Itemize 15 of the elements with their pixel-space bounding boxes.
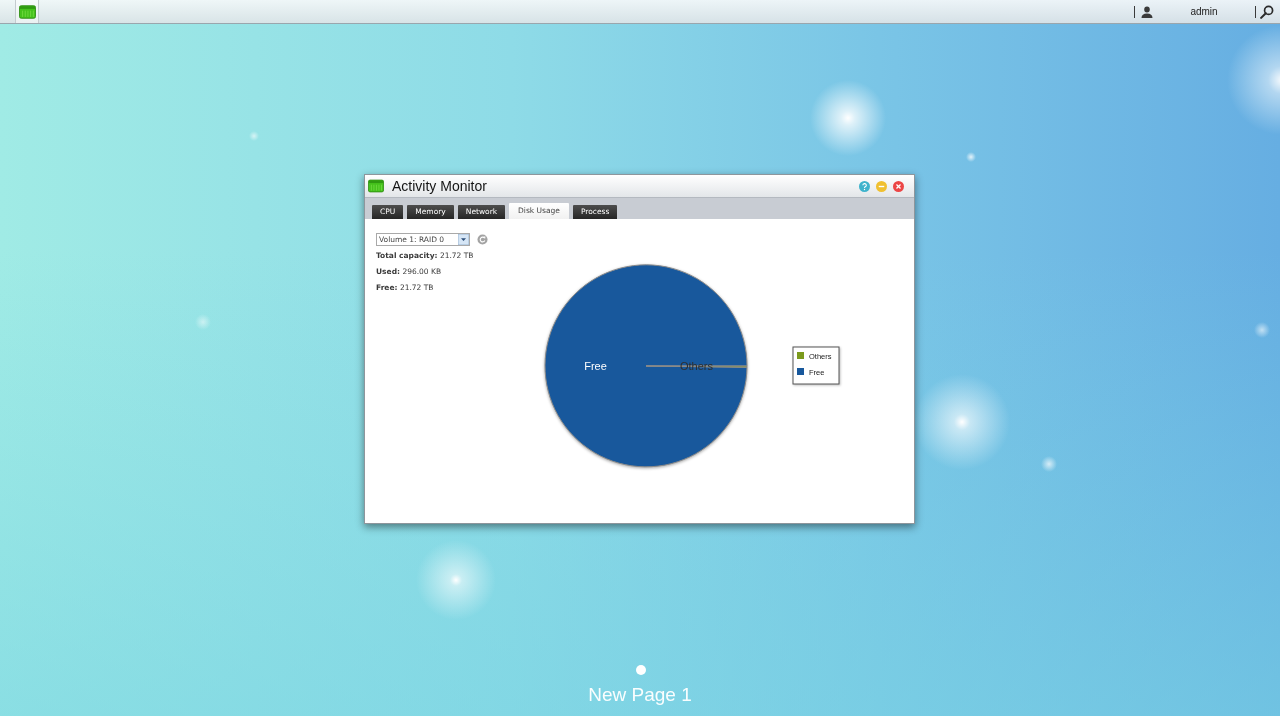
slice-label: Free (584, 359, 607, 372)
main-menu-button[interactable] (15, 0, 39, 23)
caret-icon (458, 234, 469, 245)
app-tile-icon (368, 179, 384, 193)
user-icon[interactable] (1141, 5, 1153, 18)
app-tile-icon (18, 4, 36, 19)
page-title: New Page 1 (588, 684, 692, 706)
page-dot-icon[interactable] (636, 665, 646, 675)
user-name[interactable]: admin (1153, 6, 1255, 17)
window-title: Activity Monitor (392, 178, 487, 194)
refresh-icon[interactable] (477, 234, 488, 245)
search-icon[interactable] (1260, 4, 1274, 19)
help-icon[interactable] (859, 180, 870, 192)
close-icon[interactable] (893, 180, 904, 192)
legend-frame (792, 346, 840, 385)
